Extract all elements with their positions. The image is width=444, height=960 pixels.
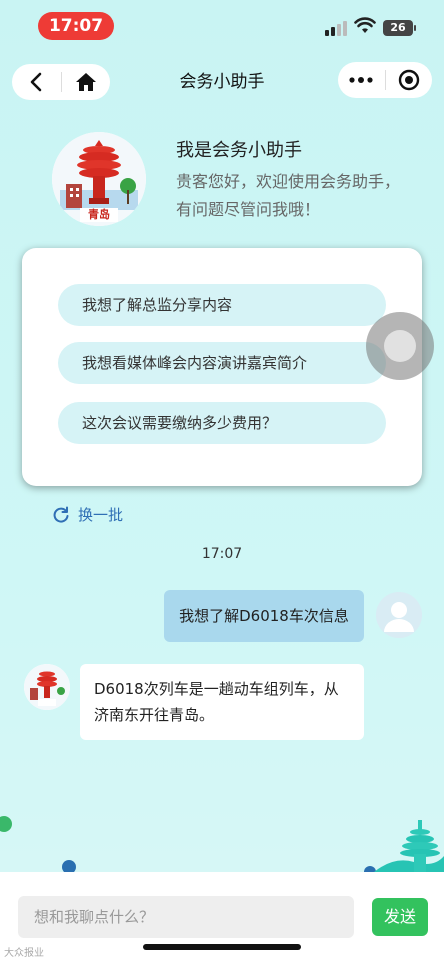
avatar-caption: 青岛 <box>88 208 110 221</box>
refresh-suggestions-button[interactable]: 换一批 <box>52 504 123 525</box>
qingdao-tower-logo <box>24 664 70 710</box>
intro-text: 贵客您好，欢迎使用会务助手，有问题尽管问我哦！ <box>176 172 401 219</box>
more-dots-icon <box>349 77 373 83</box>
close-miniprogram-button[interactable] <box>386 62 433 98</box>
bot-avatar <box>24 664 70 710</box>
message-input[interactable] <box>18 896 354 938</box>
suggestion-item[interactable]: 我想看媒体峰会内容演讲嘉宾简介 <box>58 342 386 384</box>
assistant-avatar: 青岛 <box>52 132 146 226</box>
user-avatar <box>376 592 422 638</box>
send-button[interactable]: 发送 <box>372 898 428 936</box>
home-icon <box>75 73 96 91</box>
decor-dot <box>0 816 12 832</box>
wifi-icon <box>354 17 376 33</box>
home-button[interactable] <box>62 64 111 100</box>
battery-indicator: 26 <box>383 20 416 36</box>
chat-timestamp: 17:07 <box>201 546 243 562</box>
target-close-icon <box>398 69 419 91</box>
cellular-signal-icon <box>325 20 347 36</box>
suggestion-item[interactable]: 这次会议需要缴纳多少费用？ <box>58 402 386 444</box>
user-message-bubble: 我想了解D6018车次信息 <box>164 590 364 642</box>
status-time: 17:07 <box>38 12 114 40</box>
nav-right-capsule <box>338 62 432 98</box>
refresh-icon <box>53 506 69 523</box>
chevron-left-icon <box>30 72 42 92</box>
refresh-label: 换一批 <box>78 506 124 524</box>
user-placeholder-icon <box>376 592 422 638</box>
status-bar: 17:07 26 <box>0 0 444 50</box>
suggestions-card: 我想了解总监分享内容 我想看媒体峰会内容演讲嘉宾简介 这次会议需要缴纳多少费用？ <box>22 248 422 486</box>
intro-title: 我是会务小助手 <box>176 140 302 161</box>
city-skyline-decoration <box>374 820 444 872</box>
suggestion-item[interactable]: 我想了解总监分享内容 <box>58 284 386 326</box>
home-indicator <box>143 944 301 950</box>
watermark: 大众报业 <box>4 948 44 959</box>
back-button[interactable] <box>12 64 61 100</box>
nav-left-capsule <box>12 64 110 100</box>
more-button[interactable] <box>338 62 385 98</box>
assistive-touch-button[interactable] <box>366 312 434 380</box>
bot-message-bubble: D6018次列车是一趟动车组列车，从济南东开往青岛。 <box>80 664 364 740</box>
